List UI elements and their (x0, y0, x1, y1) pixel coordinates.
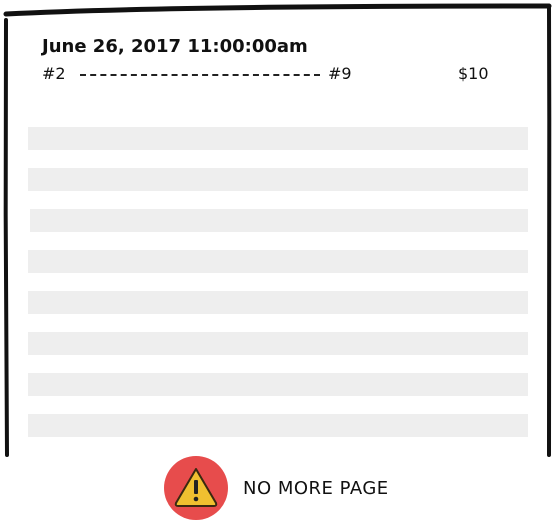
placeholder-row (28, 414, 528, 437)
no-more-page-footer: NO MORE PAGE (164, 456, 389, 520)
ticket-price: $10 (458, 64, 489, 83)
placeholder-row (28, 250, 528, 273)
ticket-card: June 26, 2017 11:00:00am #2 #9 $10 (0, 0, 555, 460)
route-dashes (80, 74, 320, 76)
placeholder-row (28, 127, 528, 150)
placeholder-row (28, 332, 528, 355)
placeholder-list (28, 127, 528, 455)
warning-icon (164, 456, 228, 520)
placeholder-row (30, 209, 528, 232)
route-to-stop: #9 (328, 64, 352, 83)
ticket-datetime: June 26, 2017 11:00:00am (42, 36, 308, 57)
placeholder-row (28, 373, 528, 396)
warning-triangle-icon (174, 468, 218, 507)
placeholder-row (28, 168, 528, 191)
route-row: #2 #9 $10 (42, 64, 492, 86)
route-from-stop: #2 (42, 64, 66, 83)
no-more-page-text: NO MORE PAGE (243, 477, 389, 499)
placeholder-row (28, 291, 528, 314)
